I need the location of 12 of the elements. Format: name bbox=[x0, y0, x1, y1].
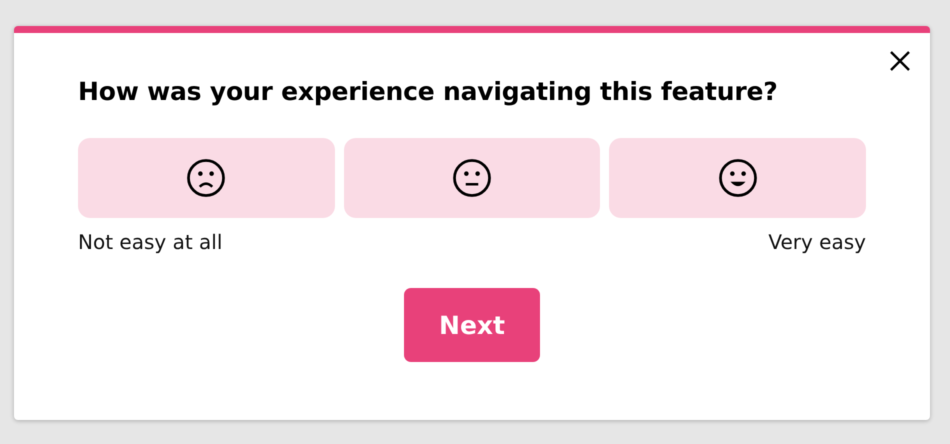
rating-option[interactable] bbox=[344, 138, 600, 218]
rating-option[interactable] bbox=[78, 138, 335, 218]
sad-face-icon bbox=[186, 158, 226, 198]
next-button[interactable]: Next bbox=[404, 288, 540, 362]
scale-label: Very easy bbox=[768, 230, 866, 254]
scale-label: Not easy at all bbox=[78, 230, 222, 254]
close-button[interactable] bbox=[888, 49, 912, 73]
question-text: How was your experience navigating this feature? bbox=[78, 77, 779, 106]
neutral-face-icon bbox=[452, 158, 492, 198]
rating-option[interactable] bbox=[609, 138, 866, 218]
happy-face-icon bbox=[718, 158, 758, 198]
close-icon bbox=[888, 49, 912, 73]
